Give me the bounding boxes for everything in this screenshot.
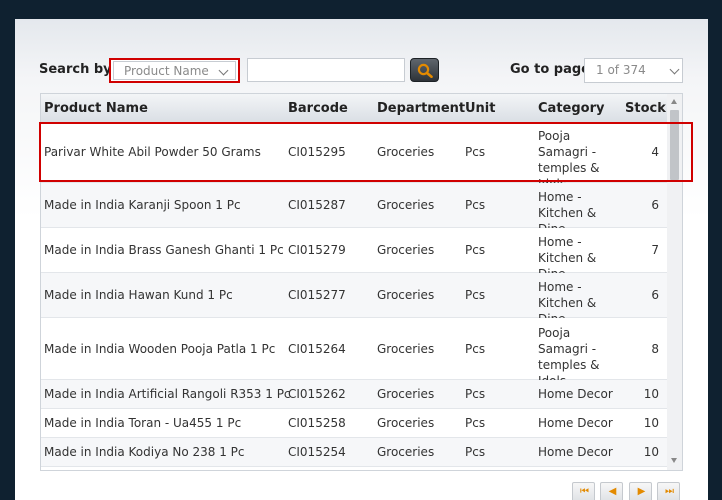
last-page-button[interactable]: ⏭ <box>657 482 680 500</box>
cell-stock: 4 <box>651 145 659 159</box>
cell-product-name: Made in India Toran - Ua455 1 Pc <box>44 416 242 430</box>
cell-product-name: Made in India Karanji Spoon 1 Pc <box>44 198 241 212</box>
column-header-department[interactable]: Department <box>377 101 465 116</box>
cell-product-name: Made in India Brass Ganesh Ghanti 1 Pc <box>44 243 284 257</box>
table-row[interactable]: Made in India Kodiya No 238 1 Pc CI01525… <box>41 438 667 467</box>
cell-stock: 6 <box>651 198 659 212</box>
cell-department: Groceries <box>377 387 435 401</box>
table-row <box>41 467 667 470</box>
column-header-category[interactable]: Category <box>538 101 604 116</box>
column-header-unit[interactable]: Unit <box>465 101 495 116</box>
cell-barcode: CI015277 <box>288 288 346 302</box>
search-button[interactable] <box>410 58 439 82</box>
cell-product-name: Made in India Kodiya No 238 1 Pc <box>44 445 245 459</box>
cell-unit: Pcs <box>465 288 486 302</box>
next-page-icon: ▶ <box>637 486 646 497</box>
cell-category: Home Decor <box>538 416 613 430</box>
scroll-up-arrow-icon[interactable] <box>671 99 677 104</box>
cell-unit: Pcs <box>465 445 486 459</box>
cell-unit: Pcs <box>465 416 486 430</box>
table-row[interactable]: Parivar White Abil Powder 50 Grams CI015… <box>41 123 667 191</box>
table-row[interactable]: Made in India Wooden Pooja Patla 1 Pc CI… <box>41 318 667 388</box>
cell-department: Groceries <box>377 416 435 430</box>
cell-barcode: CI015295 <box>288 145 346 159</box>
product-search-panel: Search by : Product Name Go to page 1 of… <box>15 19 708 500</box>
column-header-product-name[interactable]: Product Name <box>44 101 148 116</box>
last-page-icon: ⏭ <box>665 486 674 497</box>
cell-barcode: CI015264 <box>288 342 346 356</box>
cell-department: Groceries <box>377 243 435 257</box>
cell-department: Groceries <box>377 145 435 159</box>
table-scrollbar[interactable] <box>667 94 682 470</box>
go-to-page-label: Go to page <box>510 62 590 77</box>
cell-unit: Pcs <box>465 243 486 257</box>
cell-category: Home Decor <box>538 387 613 401</box>
search-field-select[interactable]: Product Name <box>109 58 240 83</box>
search-field-value: Product Name <box>124 64 209 78</box>
cell-stock: 8 <box>651 342 659 356</box>
cell-product-name: Made in India Artificial Rangoli R353 1 … <box>44 387 291 401</box>
chevron-down-icon <box>218 65 229 76</box>
cell-department: Groceries <box>377 288 435 302</box>
cell-department: Groceries <box>377 445 435 459</box>
column-header-stock[interactable]: Stock <box>625 101 666 116</box>
table-header: Product Name Barcode Department Unit Cat… <box>41 94 667 124</box>
table-row[interactable]: Made in India Artificial Rangoli R353 1 … <box>41 380 667 409</box>
cell-stock: 10 <box>643 416 659 430</box>
cell-stock: 6 <box>651 288 659 302</box>
cell-barcode: CI015258 <box>288 416 346 430</box>
table-row[interactable]: Made in India Toran - Ua455 1 Pc CI01525… <box>41 409 667 438</box>
cell-stock: 10 <box>643 387 659 401</box>
first-page-button[interactable]: ⏮ <box>572 482 595 500</box>
search-input[interactable] <box>247 58 405 82</box>
cell-product-name: Made in India Wooden Pooja Patla 1 Pc <box>44 342 276 356</box>
cell-unit: Pcs <box>465 198 486 212</box>
cell-product-name: Made in India Hawan Kund 1 Pc <box>44 288 233 302</box>
next-page-button[interactable]: ▶ <box>629 482 652 500</box>
chevron-down-icon <box>669 64 680 75</box>
cell-unit: Pcs <box>465 387 486 401</box>
cell-unit: Pcs <box>465 145 486 159</box>
scroll-thumb[interactable] <box>670 110 679 180</box>
cell-barcode: CI015287 <box>288 198 346 212</box>
cell-unit: Pcs <box>465 342 486 356</box>
cell-barcode: CI015262 <box>288 387 346 401</box>
table-row[interactable]: Made in India Brass Ganesh Ghanti 1 Pc C… <box>41 228 667 281</box>
search-icon <box>417 63 433 78</box>
cell-product-name: Parivar White Abil Powder 50 Grams <box>44 145 261 159</box>
cell-stock: 10 <box>643 445 659 459</box>
scroll-down-arrow-icon[interactable] <box>671 458 677 463</box>
prev-page-button[interactable]: ◀ <box>600 482 623 500</box>
table-row[interactable]: Made in India Karanji Spoon 1 Pc CI01528… <box>41 183 667 236</box>
cell-barcode: CI015254 <box>288 445 346 459</box>
cell-department: Groceries <box>377 342 435 356</box>
page-select[interactable]: 1 of 374 <box>584 58 683 83</box>
column-header-barcode[interactable]: Barcode <box>288 101 348 116</box>
cell-stock: 7 <box>651 243 659 257</box>
first-page-icon: ⏮ <box>580 486 589 497</box>
prev-page-icon: ◀ <box>608 486 617 497</box>
table-row[interactable]: Made in India Hawan Kund 1 Pc CI015277 G… <box>41 273 667 326</box>
cell-category: Home Decor <box>538 445 613 459</box>
page-select-value: 1 of 374 <box>596 63 646 77</box>
product-table: Product Name Barcode Department Unit Cat… <box>40 93 683 471</box>
cell-department: Groceries <box>377 198 435 212</box>
cell-barcode: CI015279 <box>288 243 346 257</box>
